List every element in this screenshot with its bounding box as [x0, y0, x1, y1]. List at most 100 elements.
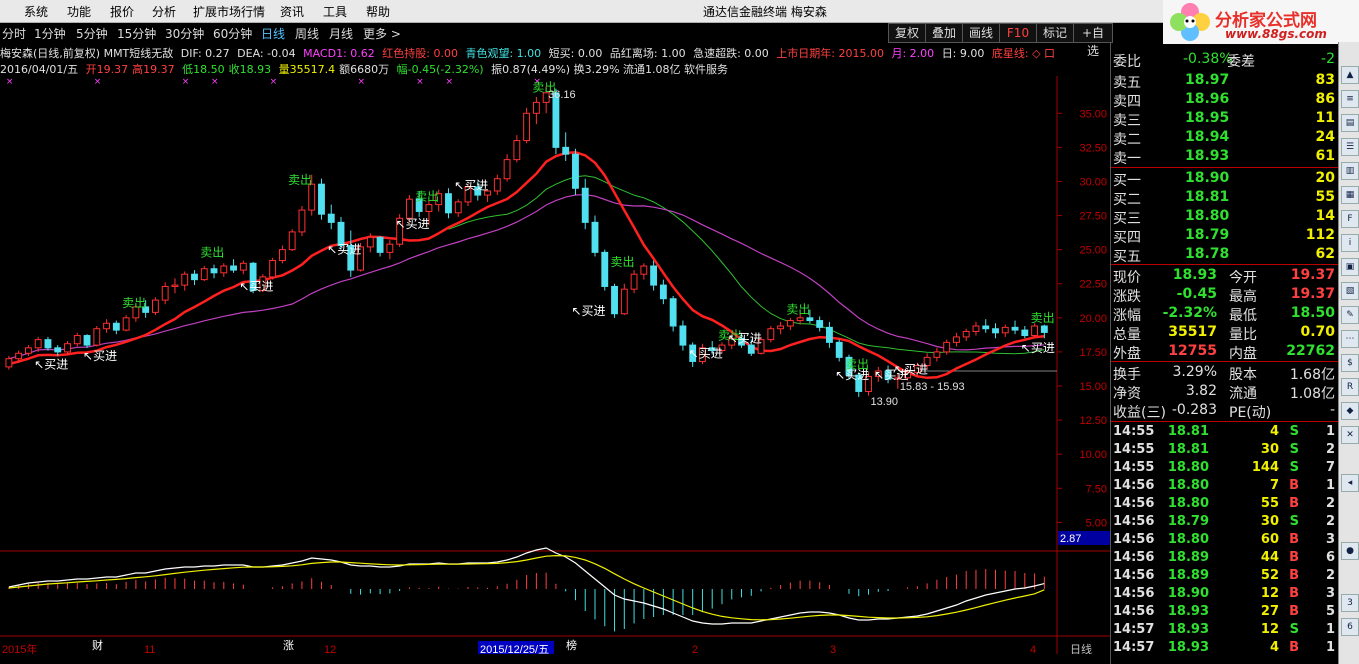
sidebar-list-icon[interactable]: ☰: [1341, 138, 1359, 156]
right-toolbar: ▲ ≡ ▤ ☰ ▥ ▦ F i ▣ ▧ ✎ ⋯ $ R ◆ ✕ ◂ ● 3 6: [1338, 42, 1359, 664]
period-tab-timeshare[interactable]: 分时: [2, 25, 26, 42]
menu-tools[interactable]: 工具: [323, 3, 347, 20]
candle-body: [806, 317, 814, 322]
mark-button[interactable]: 标记: [1036, 23, 1074, 43]
menu-system[interactable]: 系统: [24, 3, 48, 20]
period-tab-30min[interactable]: 30分钟: [165, 25, 204, 42]
sidebar-arrow-icon[interactable]: ◂: [1341, 474, 1359, 492]
kline-chart[interactable]: 35.0032.5030.0027.5025.0022.5020.0017.50…: [0, 76, 1110, 654]
sidebar-kline-icon[interactable]: ▥: [1341, 162, 1359, 180]
sidebar-shield-icon[interactable]: ◆: [1341, 402, 1359, 420]
tick-time: 14:56: [1113, 586, 1155, 601]
signal-label: 卖出: [415, 190, 439, 204]
menu-function[interactable]: 功能: [67, 3, 91, 20]
buy-level-row[interactable]: 买二 18.81 55: [1111, 188, 1339, 208]
sidebar-table-icon[interactable]: ▧: [1341, 282, 1359, 300]
tick-price: 18.80: [1167, 478, 1209, 493]
stat-value: 0.70: [1300, 324, 1335, 340]
tick-side: B: [1289, 496, 1299, 511]
menu-help[interactable]: 帮助: [366, 3, 390, 20]
buy-level-row[interactable]: 买一 18.90 20: [1111, 169, 1339, 189]
stat-row: 涨跌 -0.45 最高 19.37: [1111, 285, 1339, 305]
candle-body: [611, 285, 618, 315]
tick-side: S: [1289, 442, 1299, 457]
sidebar-info-icon[interactable]: i: [1341, 234, 1359, 252]
chart-title: 梅安森(日线,前复权) MMT短线无敌: [0, 47, 174, 60]
fuquan-button[interactable]: 复权: [888, 23, 926, 43]
tick-volume: 7: [1269, 478, 1279, 493]
menu-news[interactable]: 资讯: [280, 3, 304, 20]
candle-body: [679, 325, 687, 346]
period-tab-more[interactable]: 更多 >: [363, 25, 401, 42]
sidebar-scroll-up-icon[interactable]: ▲: [1341, 66, 1359, 84]
buy-level-row[interactable]: 买五 18.78 62: [1111, 245, 1339, 265]
overlay-button[interactable]: 叠加: [925, 23, 963, 43]
candle-body: [1001, 326, 1009, 334]
top-marker: ×: [6, 77, 14, 87]
sell-level-row[interactable]: 卖三 18.95 11: [1111, 109, 1339, 129]
stat-value: -2.32%: [1162, 305, 1217, 321]
tick-side: B: [1289, 478, 1299, 493]
period-tab-weekly[interactable]: 周线: [295, 25, 319, 42]
buy-level-row[interactable]: 买四 18.79 112: [1111, 226, 1339, 246]
period-tab-daily[interactable]: 日线: [261, 25, 285, 42]
candle-body: [151, 299, 159, 313]
period-tab-1min[interactable]: 1分钟: [34, 25, 66, 42]
sidebar-60-icon[interactable]: 6: [1341, 618, 1359, 636]
sidebar-rsi-icon[interactable]: R: [1341, 378, 1359, 396]
tick-price: 18.89: [1167, 568, 1209, 583]
fundamental-row: 收益(三) -0.283 PE(动) -: [1111, 401, 1339, 421]
sidebar-chart-icon[interactable]: ▤: [1341, 114, 1359, 132]
add-favorite-button[interactable]: +自选: [1073, 23, 1113, 58]
tick-volume: 4: [1269, 640, 1279, 655]
sell-level-volume: 24: [1315, 129, 1335, 145]
candle-body: [239, 262, 247, 271]
sidebar-green-circle-icon[interactable]: ●: [1341, 542, 1359, 560]
period-tab-60min[interactable]: 60分钟: [213, 25, 252, 42]
buy-level-volume: 62: [1315, 246, 1335, 262]
tick-row: 14:56 18.90 12 B 3: [1111, 585, 1339, 603]
sidebar-tool-icon[interactable]: ✎: [1341, 306, 1359, 324]
candle-body: [962, 330, 970, 338]
buy-level-volume: 112: [1305, 227, 1335, 243]
tick-volume: 4: [1269, 424, 1279, 439]
top-marker: ×: [182, 77, 190, 87]
sidebar-dots-icon[interactable]: ⋯: [1341, 330, 1359, 348]
period-tab-5min[interactable]: 5分钟: [76, 25, 108, 42]
tick-volume: 44: [1260, 550, 1279, 565]
candle-body: [278, 249, 286, 262]
sidebar-grid-icon[interactable]: ▣: [1341, 258, 1359, 276]
quote-panel: 委比 -0.38% 委差 -2 卖五 18.97 83 卖四 18.96 86 卖三 18.95 11 卖…: [1110, 42, 1339, 664]
period-tab-monthly[interactable]: 月线: [329, 25, 353, 42]
sidebar-x-icon[interactable]: ✕: [1341, 426, 1359, 444]
sidebar-bar-icon[interactable]: ▦: [1341, 186, 1359, 204]
period-tab-15min[interactable]: 15分钟: [117, 25, 156, 42]
sidebar-30-icon[interactable]: 3: [1341, 594, 1359, 612]
sell-level-price: 18.95: [1185, 110, 1230, 126]
buy-level-price: 18.80: [1185, 208, 1230, 224]
tick-row: 14:57 18.93 12 S 1: [1111, 621, 1339, 639]
candle-body: [640, 265, 648, 275]
menu-quote[interactable]: 报价: [110, 3, 134, 20]
fundamental-value: 1.08亿: [1289, 386, 1335, 402]
draw-line-button[interactable]: 画线: [962, 23, 1000, 43]
sell-level-row[interactable]: 卖五 18.97 83: [1111, 71, 1339, 91]
menu-analysis[interactable]: 分析: [152, 3, 176, 20]
tick-count: 3: [1325, 586, 1335, 601]
tick-price: 18.93: [1167, 622, 1209, 637]
candle-body: [210, 268, 218, 274]
sell-level-row[interactable]: 卖一 18.93 61: [1111, 147, 1339, 167]
candle-body: [454, 201, 462, 214]
sidebar-money-icon[interactable]: $: [1341, 354, 1359, 372]
sell-level-row[interactable]: 卖四 18.96 86: [1111, 90, 1339, 110]
f10-button[interactable]: F10: [999, 23, 1037, 43]
sidebar-f10-icon[interactable]: F: [1341, 210, 1359, 228]
menu-extended-market[interactable]: 扩展市场行情: [193, 3, 265, 20]
sell-level-row[interactable]: 卖二 18.94 24: [1111, 128, 1339, 148]
sidebar-quote-icon[interactable]: ≡: [1341, 90, 1359, 108]
stat-value: 35517: [1168, 324, 1217, 340]
buy-level-row[interactable]: 买三 18.80 14: [1111, 207, 1339, 227]
amount-value: 额6680万: [339, 63, 390, 76]
stat-label: 最低: [1229, 308, 1257, 324]
signal-label: ↖买进: [728, 331, 762, 345]
